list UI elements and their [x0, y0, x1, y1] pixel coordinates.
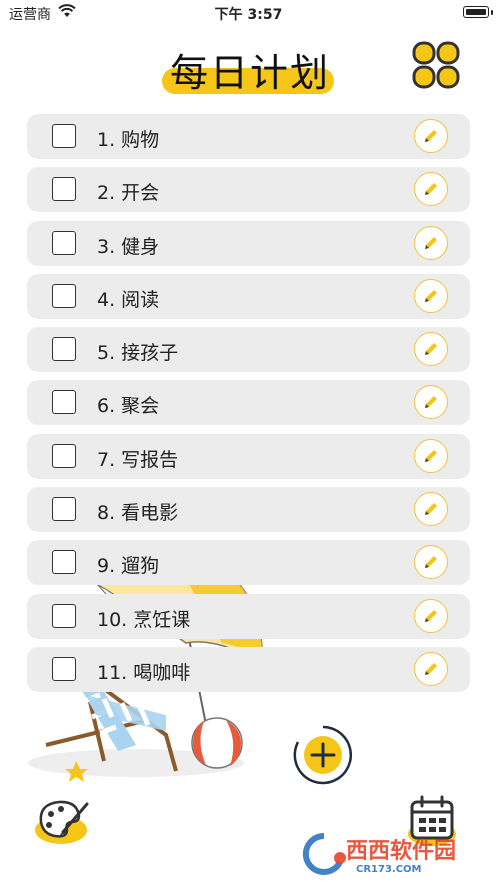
pencil-icon: [425, 236, 437, 249]
task-checkbox[interactable]: [52, 230, 76, 255]
pencil-icon: [425, 396, 437, 409]
task-label: 11. 喝咖啡: [97, 661, 191, 684]
pencil-icon: [425, 130, 437, 142]
task-label: 8. 看电影: [97, 502, 179, 525]
watermark-site: CR173.COM: [356, 864, 422, 875]
task-row: 10. 烹饪课: [27, 593, 470, 639]
task-row: 5. 接孩子: [27, 327, 470, 373]
task-label: 5. 接孩子: [97, 342, 179, 365]
task-label: 2. 开会: [97, 182, 160, 205]
edit-task-button[interactable]: [414, 545, 448, 580]
task-checkbox[interactable]: [52, 390, 76, 415]
palette-icon[interactable]: [33, 796, 93, 848]
task-label: 10. 烹饪课: [97, 608, 191, 631]
task-label: 1. 购物: [97, 129, 160, 151]
task-checkbox[interactable]: [52, 337, 76, 362]
battery-icon: [463, 6, 489, 18]
clock: 下午 3:57: [214, 7, 283, 23]
status-bar: 运营商 下午 3:57: [0, 0, 497, 26]
edit-task-button[interactable]: [414, 492, 448, 527]
task-list: 1. 购物 2. 开会 3. 健身 4. 阅读 5. 接孩子 6. 聚会 7. …: [27, 114, 470, 700]
pencil-icon: [425, 503, 437, 516]
task-row: 1. 购物: [27, 114, 470, 159]
task-row: 3. 健身: [27, 220, 470, 266]
edit-task-button[interactable]: [414, 651, 448, 686]
task-label: 3. 健身: [97, 235, 160, 258]
edit-task-button[interactable]: [414, 332, 448, 367]
edit-task-button[interactable]: [414, 385, 448, 420]
task-row: 8. 看电影: [27, 487, 470, 533]
task-row: 4. 阅读: [27, 273, 470, 319]
grid-menu-icon[interactable]: [410, 40, 462, 90]
edit-task-button[interactable]: [414, 225, 448, 260]
edit-task-button[interactable]: [414, 598, 448, 633]
task-checkbox[interactable]: [52, 124, 76, 148]
edit-task-button[interactable]: [414, 119, 448, 153]
task-checkbox[interactable]: [52, 550, 76, 575]
pencil-icon: [425, 183, 437, 196]
task-checkbox[interactable]: [52, 283, 76, 308]
edit-task-button[interactable]: [414, 438, 448, 473]
pencil-icon: [425, 662, 437, 675]
task-checkbox[interactable]: [52, 443, 76, 468]
task-row: 2. 开会: [27, 167, 470, 213]
task-label: 4. 阅读: [97, 288, 160, 311]
add-task-button[interactable]: [292, 724, 354, 786]
task-row: 11. 喝咖啡: [27, 646, 470, 692]
header: 每日计划: [150, 38, 350, 100]
task-label: 6. 聚会: [97, 395, 160, 418]
watermark: 西西软件园 CR173.COM: [302, 832, 456, 875]
task-checkbox[interactable]: [52, 177, 76, 202]
pencil-icon: [425, 609, 437, 622]
task-checkbox[interactable]: [52, 656, 76, 681]
battery-tip: [491, 10, 493, 15]
task-row: 7. 写报告: [27, 433, 470, 479]
pencil-icon: [425, 343, 437, 356]
task-checkbox[interactable]: [52, 603, 76, 628]
pencil-icon: [425, 289, 437, 302]
task-row: 9. 遛狗: [27, 540, 470, 586]
page-title: 每日计划: [169, 51, 330, 95]
task-checkbox[interactable]: [52, 497, 76, 522]
task-row: 6. 聚会: [27, 380, 470, 426]
task-label: 7. 写报告: [97, 448, 179, 471]
pencil-icon: [425, 556, 437, 569]
pencil-icon: [425, 449, 437, 462]
task-label: 9. 遛狗: [97, 555, 160, 578]
edit-task-button[interactable]: [414, 278, 448, 313]
edit-task-button[interactable]: [414, 172, 448, 207]
watermark-brand: 西西软件园: [346, 838, 456, 864]
